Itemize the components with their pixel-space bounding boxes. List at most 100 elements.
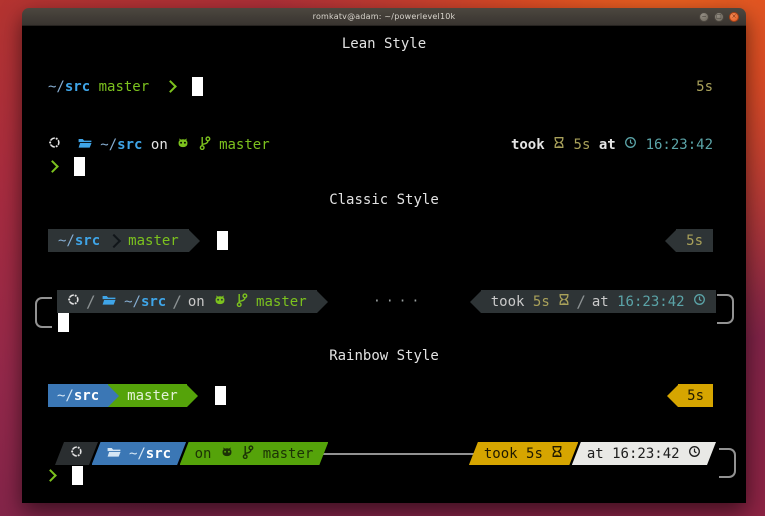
powerline-bar-left: / ~/src / on master bbox=[57, 290, 317, 313]
hourglass-icon bbox=[551, 445, 563, 458]
lean-prompt-full: ~/src on master took 5s at 16:23:42 bbox=[48, 133, 713, 156]
time-value: 16:23:42 bbox=[617, 294, 684, 310]
segment-separator-icon bbox=[107, 233, 121, 247]
git-branch-icon bbox=[242, 445, 254, 459]
os-ubuntu-icon bbox=[67, 293, 80, 306]
word-on: on bbox=[188, 294, 205, 310]
hourglass-icon bbox=[553, 136, 565, 149]
text-cursor bbox=[72, 466, 83, 485]
folder-icon bbox=[78, 136, 92, 149]
subsegment-slash: / bbox=[570, 292, 592, 311]
terminal-body[interactable]: Lean Style ~/src master 5s ~/src on bbox=[22, 26, 746, 503]
path-dir: src bbox=[75, 233, 100, 249]
folder-icon bbox=[102, 293, 116, 306]
text-cursor bbox=[192, 77, 203, 96]
powerline-arrow-icon bbox=[108, 385, 119, 407]
powerline-arrow-icon bbox=[665, 230, 676, 252]
path-dir: src bbox=[65, 79, 90, 95]
powerline-arrow-icon bbox=[470, 291, 481, 313]
classic-input-line bbox=[58, 311, 69, 334]
path-tilde: ~/ bbox=[48, 79, 65, 95]
path-tilde: ~/ bbox=[57, 388, 74, 404]
powerline-arrow-icon bbox=[187, 385, 198, 407]
window-title: romkatv@adam: ~/powerlevel10k bbox=[22, 8, 746, 25]
path-tilde: ~/ bbox=[129, 446, 146, 462]
subsegment-slash: / bbox=[80, 292, 102, 311]
path-segment: ~/src bbox=[92, 442, 187, 465]
prompt-frame-right bbox=[719, 448, 736, 478]
clock-icon bbox=[624, 136, 637, 149]
path-segment: ~/src bbox=[48, 384, 108, 407]
rainbow-prompt-short: ~/src master 5s bbox=[48, 384, 713, 407]
maximize-button[interactable]: □ bbox=[714, 12, 724, 22]
path-tilde: ~/ bbox=[124, 294, 141, 310]
github-icon bbox=[220, 446, 234, 458]
time-value: 16:23:42 bbox=[646, 137, 713, 153]
os-ubuntu-icon bbox=[70, 445, 83, 458]
subsegment-slash: / bbox=[166, 292, 188, 311]
prompt-frame-left bbox=[35, 297, 52, 328]
git-branch: master bbox=[128, 233, 179, 249]
git-branch: master bbox=[263, 446, 314, 462]
word-on: on bbox=[195, 446, 212, 462]
titlebar[interactable]: romkatv@adam: ~/powerlevel10k − □ × bbox=[22, 8, 746, 26]
duration-value: 5s bbox=[526, 446, 543, 462]
gap-dots: ···· bbox=[328, 294, 470, 309]
rainbow-input-line bbox=[46, 464, 83, 487]
duration-badge: 5s bbox=[696, 79, 713, 95]
git-branch: master bbox=[99, 79, 150, 95]
clock-icon bbox=[688, 445, 701, 458]
git-branch: master bbox=[219, 137, 270, 153]
time-value: 16:23:42 bbox=[612, 446, 679, 462]
folder-icon bbox=[107, 445, 121, 458]
branch-segment: master bbox=[108, 384, 187, 407]
github-icon bbox=[176, 137, 190, 149]
section-heading-lean: Lean Style bbox=[22, 36, 746, 52]
prompt-connector-line bbox=[323, 453, 474, 455]
branch-segment: on master bbox=[180, 442, 329, 465]
word-took: took bbox=[484, 446, 518, 462]
git-branch-icon bbox=[199, 136, 211, 150]
text-cursor bbox=[74, 157, 85, 176]
duration-segment: took 5s bbox=[469, 442, 578, 465]
duration-segment: 5s bbox=[678, 384, 713, 407]
duration-segment: 5s bbox=[676, 229, 713, 252]
classic-prompt-short: ~/src master 5s bbox=[48, 229, 713, 252]
text-cursor bbox=[58, 313, 69, 332]
section-heading-rainbow: Rainbow Style bbox=[22, 348, 746, 364]
word-on: on bbox=[142, 137, 176, 153]
word-took: took bbox=[511, 137, 545, 153]
duration-value: 5s bbox=[533, 294, 550, 310]
window-controls: − □ × bbox=[699, 12, 739, 22]
word-at: at bbox=[592, 294, 609, 310]
time-segment: at 16:23:42 bbox=[572, 442, 716, 465]
prompt-frame-right bbox=[717, 294, 734, 324]
word-at: at bbox=[599, 137, 616, 153]
terminal-window: romkatv@adam: ~/powerlevel10k − □ × Lean… bbox=[22, 8, 746, 503]
os-segment bbox=[55, 442, 98, 465]
path-dir: src bbox=[146, 446, 171, 462]
word-took: took bbox=[491, 294, 525, 310]
git-branch: master bbox=[256, 294, 307, 310]
path-tilde: ~/ bbox=[58, 233, 75, 249]
powerline-bar-right: took 5s / at 16:23:42 bbox=[481, 290, 716, 313]
rainbow-prompt-full: ~/src on master took 5s bbox=[55, 442, 716, 465]
git-branch: master bbox=[119, 388, 178, 404]
word-at: at bbox=[587, 446, 604, 462]
lean-input-line bbox=[48, 155, 85, 178]
minimize-button[interactable]: − bbox=[699, 12, 709, 22]
close-button[interactable]: × bbox=[729, 12, 739, 22]
lean-prompt-short: ~/src master 5s bbox=[48, 75, 713, 98]
duration-value: 5s bbox=[574, 137, 591, 153]
clock-icon bbox=[693, 293, 706, 306]
path-dir: src bbox=[117, 137, 142, 153]
text-cursor bbox=[217, 231, 228, 250]
powerline-arrow-icon bbox=[667, 385, 678, 407]
powerline-bar: ~/src master bbox=[48, 229, 189, 252]
powerline-arrow-icon bbox=[317, 291, 328, 313]
path-dir: src bbox=[74, 388, 99, 404]
os-ubuntu-icon bbox=[48, 136, 61, 149]
powerline-arrow-icon bbox=[189, 230, 200, 252]
classic-prompt-full: / ~/src / on master ···· took bbox=[57, 290, 716, 313]
section-heading-classic: Classic Style bbox=[22, 192, 746, 208]
